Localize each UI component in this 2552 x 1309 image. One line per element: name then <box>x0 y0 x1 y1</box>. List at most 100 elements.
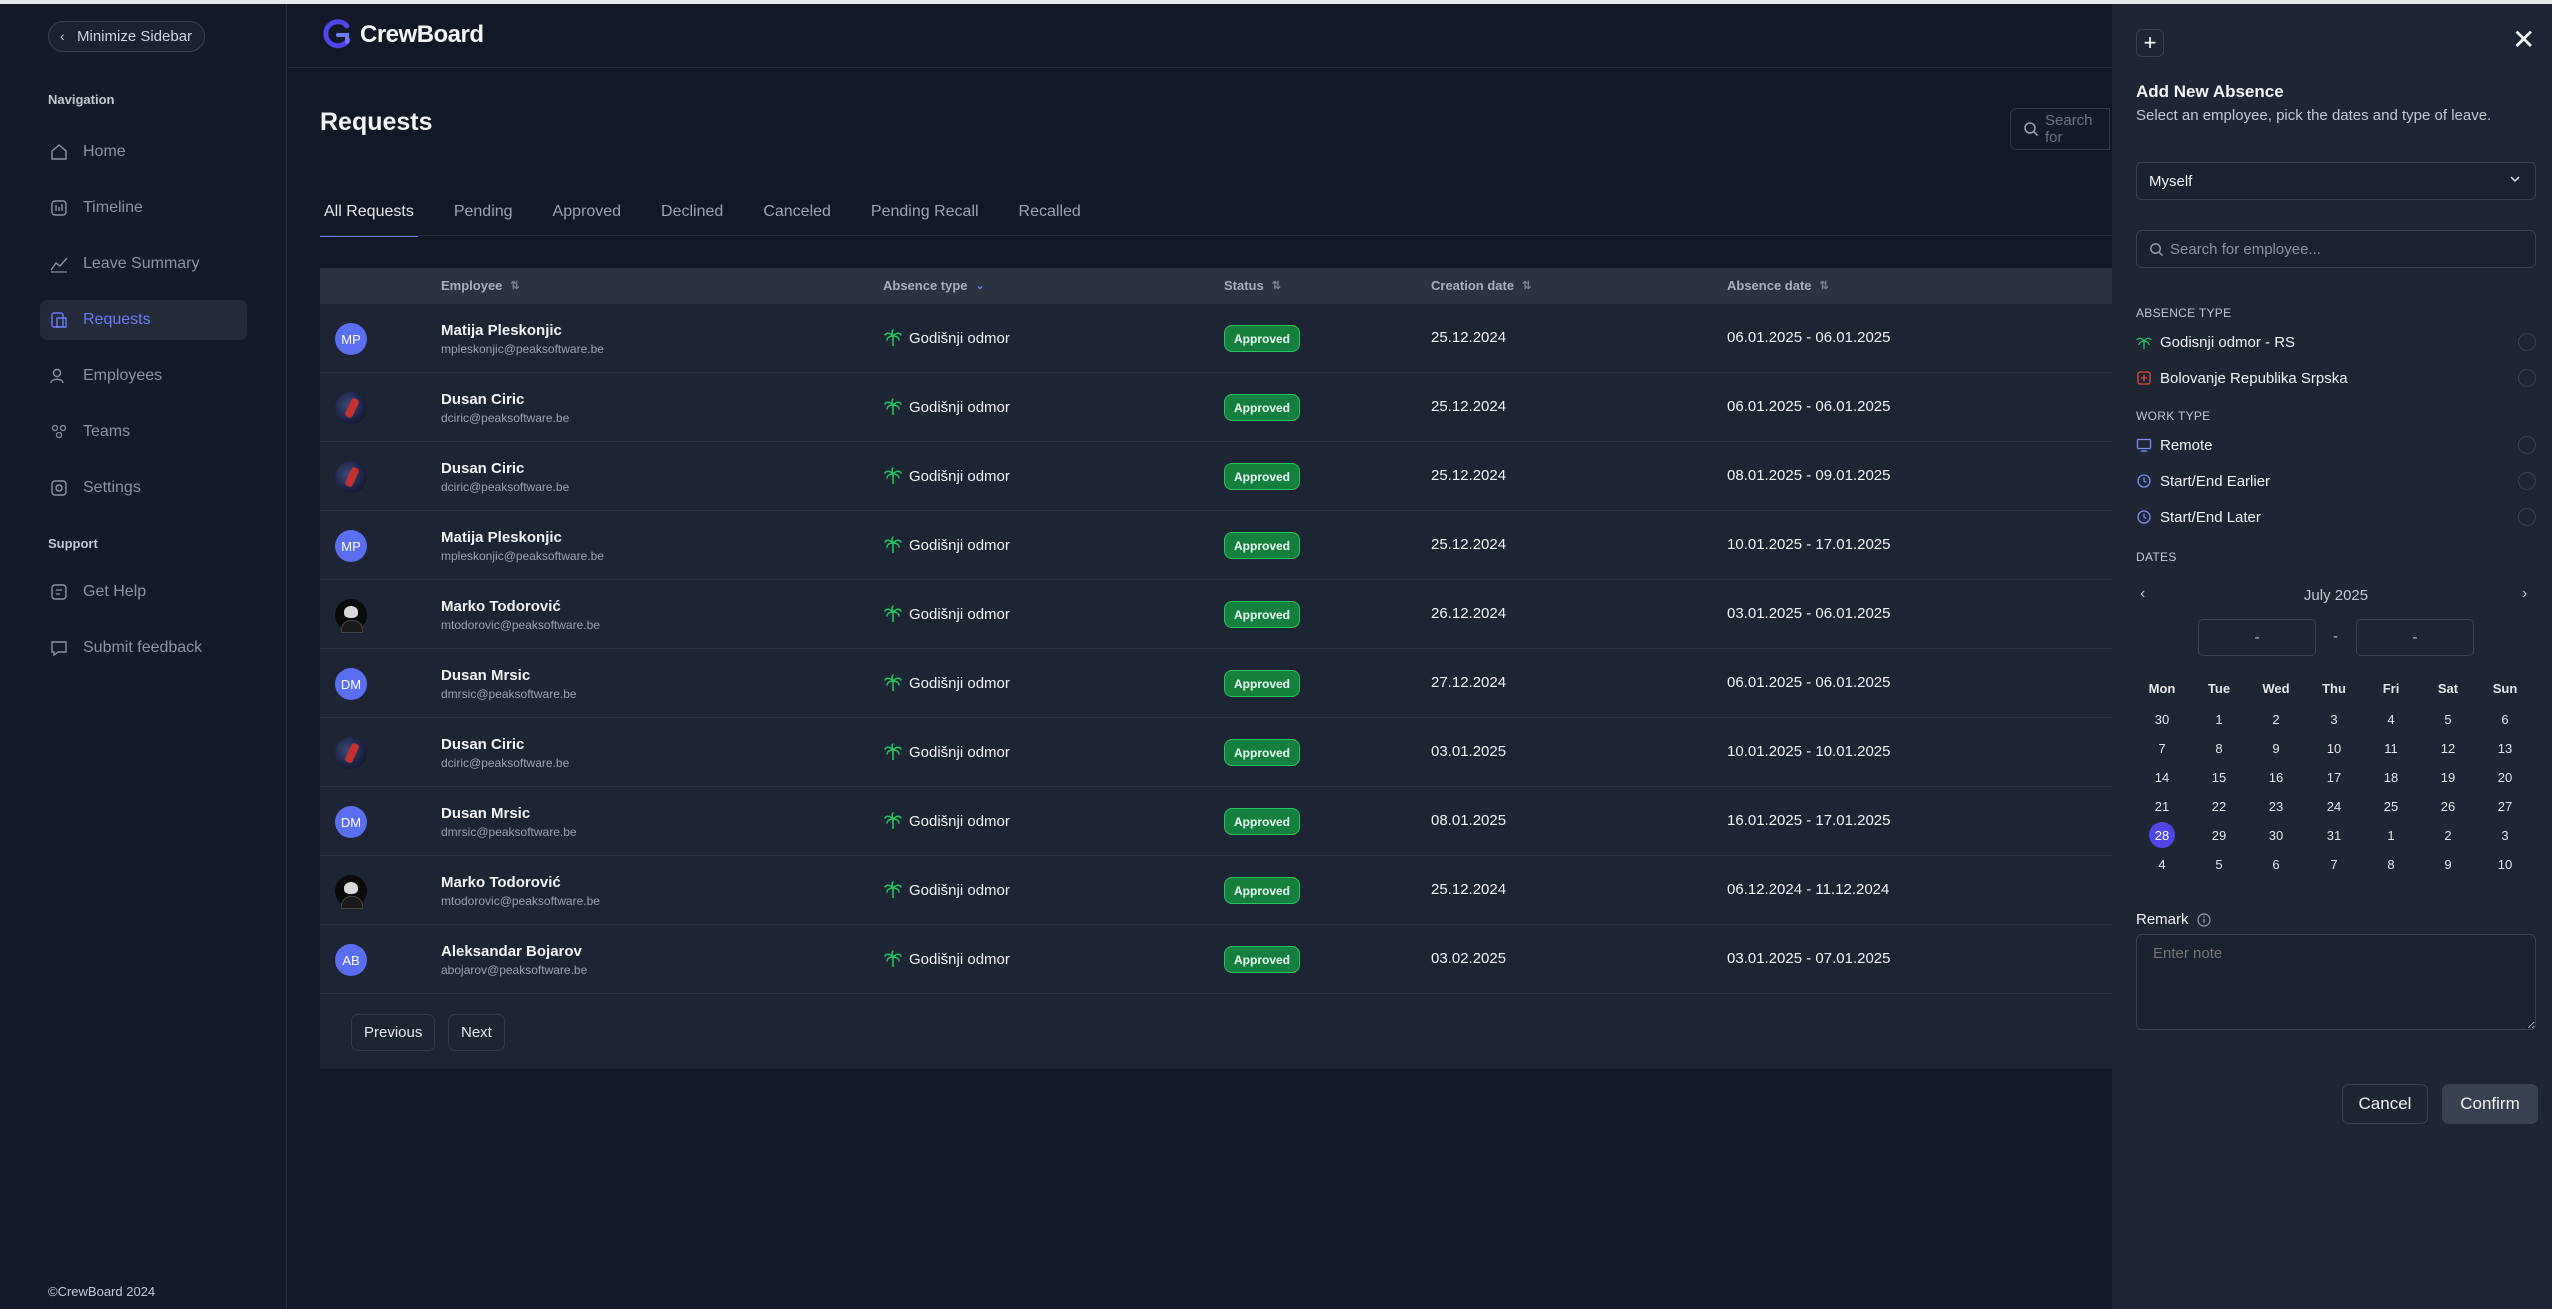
radio-button[interactable] <box>2518 472 2536 490</box>
next-page-button[interactable]: Next <box>448 1014 505 1051</box>
requests-search-input[interactable]: Search for <box>2010 108 2110 150</box>
previous-page-button[interactable]: Previous <box>351 1014 436 1051</box>
table-row[interactable]: Marko Todorović mtodorovic@peaksoftware.b… <box>320 580 2112 649</box>
calendar-day[interactable]: 29 <box>2206 822 2232 848</box>
calendar-day[interactable]: 3 <box>2321 706 2347 732</box>
radio-button[interactable] <box>2518 508 2536 526</box>
table-row[interactable]: Dusan Ciric dciric@peaksoftware.be Godišnj… <box>320 442 2112 511</box>
table-row[interactable]: DM Dusan Mrsic dmrsic@peaksoftware.be Godiš… <box>320 787 2112 856</box>
calendar-day[interactable]: 4 <box>2378 706 2404 732</box>
calendar-day[interactable]: 6 <box>2263 851 2289 877</box>
radio-button[interactable] <box>2518 436 2536 454</box>
calendar-day[interactable]: 1 <box>2378 822 2404 848</box>
calendar-day[interactable]: 15 <box>2206 764 2232 790</box>
calendar-day[interactable]: 10 <box>2321 735 2347 761</box>
calendar-day[interactable]: 30 <box>2263 822 2289 848</box>
work-option-remote[interactable]: Remote <box>2136 434 2536 456</box>
absence-option-godisnji-odmor-rs[interactable]: Godisnji odmor - RS <box>2136 331 2536 353</box>
sidebar-item-requests[interactable]: Requests <box>40 300 247 340</box>
absence-option-bolovanje-republika-srpska[interactable]: Bolovanje Republika Srpska <box>2136 367 2536 389</box>
confirm-button[interactable]: Confirm <box>2442 1084 2538 1124</box>
cancel-button[interactable]: Cancel <box>2342 1084 2428 1124</box>
calendar-day[interactable]: 17 <box>2321 764 2347 790</box>
tab-canceled[interactable]: Canceled <box>759 188 835 236</box>
calendar-day[interactable]: 30 <box>2149 706 2175 732</box>
calendar-day[interactable]: 11 <box>2378 735 2404 761</box>
page-title: Requests <box>320 108 433 136</box>
calendar-day[interactable]: 20 <box>2492 764 2518 790</box>
calendar-day[interactable]: 5 <box>2435 706 2461 732</box>
calendar-day-selected[interactable]: 28 <box>2149 822 2175 848</box>
minimize-sidebar-button[interactable]: ‹ Minimize Sidebar <box>48 21 206 52</box>
column-employee[interactable]: Employee ⇅ <box>441 278 520 293</box>
radio-button[interactable] <box>2518 369 2536 387</box>
calendar-day[interactable]: 9 <box>2263 735 2289 761</box>
calendar-day[interactable]: 2 <box>2435 822 2461 848</box>
sidebar-item-timeline[interactable]: Timeline <box>40 188 247 228</box>
sidebar-item-submit-feedback[interactable]: Submit feedback <box>40 628 247 668</box>
sidebar-item-get-help[interactable]: Get Help <box>40 572 247 612</box>
end-date-input[interactable]: - <box>2356 619 2474 656</box>
calendar-day[interactable]: 19 <box>2435 764 2461 790</box>
column-absence-type[interactable]: Absence type ⌄ <box>883 278 985 293</box>
employee-select[interactable]: Myself <box>2136 162 2536 200</box>
copyright: ©CrewBoard 2024 <box>48 1284 156 1299</box>
calendar-day[interactable]: 9 <box>2435 851 2461 877</box>
table-row[interactable]: AB Aleksandar Bojarov abojarov@peaksoftwar… <box>320 925 2112 994</box>
calendar-day[interactable]: 25 <box>2378 793 2404 819</box>
tab-declined[interactable]: Declined <box>657 188 727 236</box>
chevron-right-icon[interactable]: › <box>2522 585 2527 603</box>
sidebar-item-settings[interactable]: Settings <box>40 468 247 508</box>
calendar-day[interactable]: 26 <box>2435 793 2461 819</box>
sidebar-item-home[interactable]: Home <box>40 132 247 172</box>
calendar-day[interactable]: 22 <box>2206 793 2232 819</box>
tab-pending-recall[interactable]: Pending Recall <box>867 188 983 236</box>
table-row[interactable]: MP Matija Pleskonjic mpleskonjic@peaksoftw… <box>320 304 2112 373</box>
tab-recalled[interactable]: Recalled <box>1015 188 1085 236</box>
brand-logo[interactable]: CrewBoard <box>320 18 484 52</box>
calendar-day[interactable]: 13 <box>2492 735 2518 761</box>
table-row[interactable]: MP Matija Pleskonjic mpleskonjic@peaksoftw… <box>320 511 2112 580</box>
calendar-day[interactable]: 21 <box>2149 793 2175 819</box>
remark-textarea[interactable] <box>2136 934 2536 1030</box>
table-row[interactable]: DM Dusan Mrsic dmrsic@peaksoftware.be Godiš… <box>320 649 2112 718</box>
employee-search-input[interactable]: Search for employee... <box>2136 230 2536 268</box>
tab-approved[interactable]: Approved <box>549 188 626 236</box>
work-option-start-end-later[interactable]: Start/End Later <box>2136 506 2536 528</box>
calendar-day[interactable]: 6 <box>2492 706 2518 732</box>
calendar-day[interactable]: 7 <box>2149 735 2175 761</box>
sidebar-item-teams[interactable]: Teams <box>40 412 247 452</box>
calendar-day[interactable]: 8 <box>2206 735 2232 761</box>
calendar-day[interactable]: 3 <box>2492 822 2518 848</box>
calendar-day[interactable]: 27 <box>2492 793 2518 819</box>
calendar-day[interactable]: 12 <box>2435 735 2461 761</box>
start-date-input[interactable]: - <box>2198 619 2316 656</box>
calendar-day[interactable]: 2 <box>2263 706 2289 732</box>
calendar-day[interactable]: 1 <box>2206 706 2232 732</box>
calendar-day[interactable]: 5 <box>2206 851 2232 877</box>
column-absence-date[interactable]: Absence date ⇅ <box>1727 278 1829 293</box>
calendar-day[interactable]: 4 <box>2149 851 2175 877</box>
column-status[interactable]: Status ⇅ <box>1224 278 1281 293</box>
calendar-day[interactable]: 16 <box>2263 764 2289 790</box>
tab-pending[interactable]: Pending <box>450 188 517 236</box>
radio-button[interactable] <box>2518 333 2536 351</box>
table-row[interactable]: Dusan Ciric dciric@peaksoftware.be Godišnj… <box>320 373 2112 442</box>
calendar-day[interactable]: 24 <box>2321 793 2347 819</box>
sidebar-item-employees[interactable]: Employees <box>40 356 247 396</box>
work-option-start-end-earlier[interactable]: Start/End Earlier <box>2136 470 2536 492</box>
calendar-day[interactable]: 8 <box>2378 851 2404 877</box>
column-creation-date[interactable]: Creation date ⇅ <box>1431 278 1531 293</box>
tab-all-requests[interactable]: All Requests <box>320 188 418 237</box>
sidebar-item-leave-summary[interactable]: Leave Summary <box>40 244 247 284</box>
calendar-day[interactable]: 31 <box>2321 822 2347 848</box>
plus-icon[interactable]: + <box>2136 29 2164 57</box>
calendar-day[interactable]: 10 <box>2492 851 2518 877</box>
calendar-day[interactable]: 18 <box>2378 764 2404 790</box>
calendar-day[interactable]: 14 <box>2149 764 2175 790</box>
calendar-day[interactable]: 7 <box>2321 851 2347 877</box>
calendar-day[interactable]: 23 <box>2263 793 2289 819</box>
close-icon[interactable]: ✕ <box>2512 26 2535 54</box>
table-row[interactable]: Marko Todorović mtodorovic@peaksoftware.b… <box>320 856 2112 925</box>
table-row[interactable]: Dusan Ciric dciric@peaksoftware.be Godišnj… <box>320 718 2112 787</box>
